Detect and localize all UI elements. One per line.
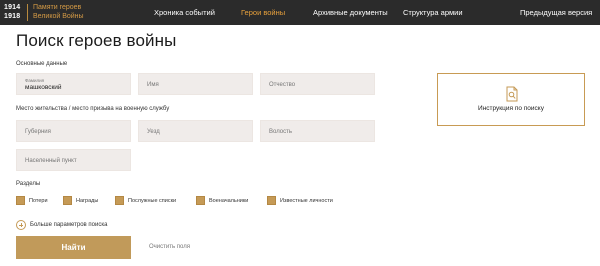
surname-field[interactable]: Фамилия машковский bbox=[16, 73, 131, 95]
find-button[interactable]: Найти bbox=[16, 236, 131, 259]
logo-years: 1914 1918 bbox=[4, 3, 20, 21]
clear-fields-link[interactable]: Очистить поля bbox=[149, 244, 190, 250]
more-search-params-label: Больше параметров поиска bbox=[30, 222, 108, 228]
settlement-placeholder: Населенный пункт bbox=[25, 158, 77, 164]
settlement-field[interactable]: Населенный пункт bbox=[16, 149, 131, 171]
page-title: Поиск героев войны bbox=[16, 31, 177, 50]
checkbox-awards-label: Награды bbox=[76, 198, 99, 204]
search-instruction-button[interactable]: Инструкция по поиску bbox=[437, 73, 585, 126]
nav-previous-version[interactable]: Предыдущая версия bbox=[520, 8, 592, 17]
instruction-label: Инструкция по поиску bbox=[478, 105, 544, 112]
surname-label: Фамилия bbox=[25, 78, 45, 83]
checkbox-losses[interactable] bbox=[16, 196, 25, 205]
nav-archive-documents[interactable]: Архивные документы bbox=[313, 8, 388, 17]
logo-divider bbox=[27, 4, 28, 21]
checkbox-commanders-label: Военачальники bbox=[209, 198, 249, 204]
nav-war-heroes[interactable]: Герои войны bbox=[241, 8, 285, 17]
checkbox-service-records-label: Послужные списки bbox=[128, 198, 177, 204]
logo-title: Памяти героев Великой Войны bbox=[33, 3, 84, 21]
logo-title-line2: Великой Войны bbox=[33, 13, 84, 20]
checkbox-commanders[interactable] bbox=[196, 196, 205, 205]
checkbox-service-records[interactable] bbox=[115, 196, 124, 205]
logo-year-end: 1918 bbox=[4, 13, 21, 20]
sections-label: Разделы bbox=[16, 181, 41, 187]
checkbox-losses-label: Потери bbox=[29, 198, 48, 204]
volost-placeholder: Волость bbox=[269, 129, 292, 135]
patronymic-placeholder: Отчество bbox=[269, 82, 296, 88]
plus-circle-icon bbox=[16, 220, 26, 230]
volost-field[interactable]: Волость bbox=[260, 120, 375, 142]
residence-label: Место жительства / место призыва на воен… bbox=[16, 106, 170, 112]
name-field[interactable]: Имя bbox=[138, 73, 253, 95]
nav-army-structure[interactable]: Структура армии bbox=[403, 8, 463, 17]
gubernia-field[interactable]: Губерния bbox=[16, 120, 131, 142]
gubernia-placeholder: Губерния bbox=[25, 129, 51, 135]
basic-data-label: Основные данные bbox=[16, 61, 68, 67]
checkbox-famous-people-label: Известные личности bbox=[280, 198, 333, 204]
surname-value: машковский bbox=[25, 84, 62, 91]
top-navigation-bar: 1914 1918 Памяти героев Великой Войны Хр… bbox=[0, 0, 600, 25]
document-search-icon bbox=[506, 86, 518, 102]
uezd-field[interactable]: Уезд bbox=[138, 120, 253, 142]
uezd-placeholder: Уезд bbox=[147, 129, 160, 135]
logo-year-start: 1914 bbox=[4, 4, 21, 11]
patronymic-field[interactable]: Отчество bbox=[260, 73, 375, 95]
site-logo[interactable]: 1914 1918 Памяти героев Великой Войны bbox=[0, 0, 150, 25]
nav-chronicle[interactable]: Хроника событий bbox=[154, 8, 215, 17]
checkbox-awards[interactable] bbox=[63, 196, 72, 205]
checkbox-famous-people[interactable] bbox=[267, 196, 276, 205]
name-placeholder: Имя bbox=[147, 82, 159, 88]
logo-title-line1: Памяти героев bbox=[33, 4, 82, 11]
